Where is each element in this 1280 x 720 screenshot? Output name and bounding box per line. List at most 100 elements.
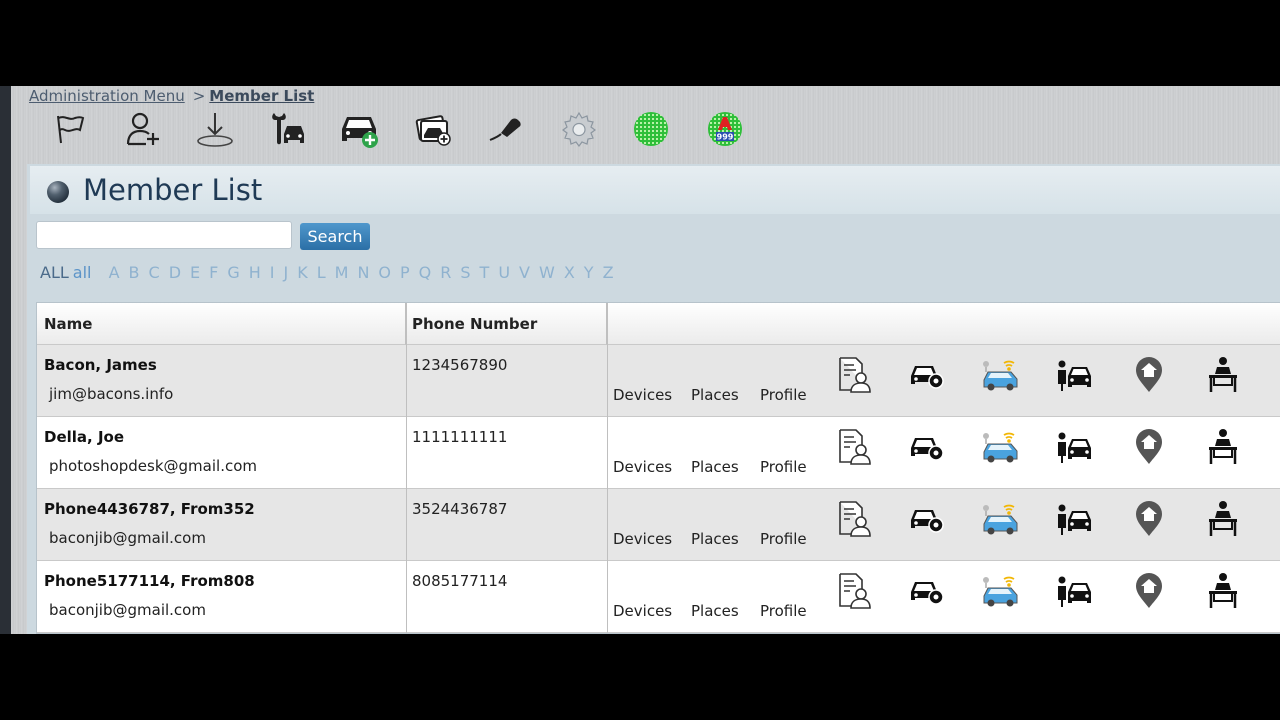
- person-desk-icon[interactable]: [1203, 355, 1243, 395]
- filter-letter-q[interactable]: Q: [419, 263, 432, 282]
- filter-letter-y[interactable]: Y: [584, 263, 594, 282]
- profile-document-icon[interactable]: [834, 427, 874, 467]
- filter-letter-l[interactable]: L: [317, 263, 326, 282]
- breadcrumb-parent-link[interactable]: Administration Menu: [29, 87, 185, 105]
- table-row: Bacon, James jim@bacons.info 1234567890 Dev…: [37, 345, 1280, 417]
- car-settings-icon[interactable]: [907, 355, 947, 395]
- filter-letter-t[interactable]: T: [480, 263, 490, 282]
- member-table: Name Phone Number Bacon, James jim@bacons…: [36, 302, 1280, 634]
- profile-document-icon[interactable]: [834, 499, 874, 539]
- filter-letter-i[interactable]: I: [270, 263, 275, 282]
- connected-car-icon[interactable]: [981, 571, 1021, 611]
- settings-gear-icon[interactable]: [559, 109, 599, 149]
- app-window: Administration Menu > Member List 999 Me…: [0, 86, 1280, 634]
- filter-letter-c[interactable]: C: [149, 263, 160, 282]
- car-settings-icon[interactable]: [907, 571, 947, 611]
- filter-letter-j[interactable]: J: [283, 263, 288, 282]
- filter-letter-v[interactable]: V: [519, 263, 530, 282]
- filter-all-upper[interactable]: ALL: [40, 263, 69, 282]
- a999-badge-icon[interactable]: 999: [705, 109, 745, 149]
- filter-letter-w[interactable]: W: [539, 263, 555, 282]
- filter-letter-z[interactable]: Z: [603, 263, 614, 282]
- filter-letter-x[interactable]: X: [564, 263, 575, 282]
- driver-car-icon[interactable]: [1055, 355, 1095, 395]
- filter-letter-m[interactable]: M: [335, 263, 349, 282]
- location-pin-icon[interactable]: [1129, 571, 1169, 611]
- table-row: Phone5177114, From808 baconjib@gmail.com 8…: [37, 561, 1280, 633]
- page-title: Member List: [83, 173, 263, 207]
- profile-link[interactable]: Profile: [760, 458, 807, 476]
- location-pin-icon[interactable]: [1129, 427, 1169, 467]
- person-desk-icon[interactable]: [1203, 571, 1243, 611]
- member-email: jim@bacons.info: [49, 385, 174, 403]
- search-input[interactable]: [36, 221, 292, 249]
- member-name: Della, Joe: [44, 428, 125, 446]
- devices-link[interactable]: Devices: [613, 386, 672, 404]
- content-panel: Member List Search ALL all ABCDEFGHIJKLMN…: [27, 164, 1280, 634]
- member-name: Bacon, James: [44, 356, 157, 374]
- breadcrumb: Administration Menu > Member List: [29, 87, 314, 105]
- filter-letter-g[interactable]: G: [227, 263, 239, 282]
- globe-icon: [47, 181, 69, 203]
- member-email: baconjib@gmail.com: [49, 601, 206, 619]
- alphabet-filter: ALL all ABCDEFGHIJKLMNOPQRSTUVWXYZ: [40, 263, 623, 282]
- add-car-icon[interactable]: [340, 109, 380, 149]
- connected-car-icon[interactable]: [981, 427, 1021, 467]
- car-settings-icon[interactable]: [907, 427, 947, 467]
- filter-letter-r[interactable]: R: [440, 263, 451, 282]
- filter-letter-p[interactable]: P: [400, 263, 410, 282]
- car-photos-icon[interactable]: [413, 109, 453, 149]
- filter-letter-a[interactable]: A: [109, 263, 120, 282]
- connected-car-icon[interactable]: [981, 499, 1021, 539]
- filter-letter-d[interactable]: D: [169, 263, 181, 282]
- places-link[interactable]: Places: [691, 602, 739, 620]
- profile-document-icon[interactable]: [834, 355, 874, 395]
- member-email: baconjib@gmail.com: [49, 529, 206, 547]
- panel-header: Member List: [30, 166, 1280, 214]
- connected-car-icon[interactable]: [981, 355, 1021, 395]
- flag-icon[interactable]: [50, 109, 90, 149]
- person-desk-icon[interactable]: [1203, 427, 1243, 467]
- column-header-actions: [607, 303, 1280, 345]
- filter-letter-f[interactable]: F: [209, 263, 218, 282]
- places-link[interactable]: Places: [691, 458, 739, 476]
- filter-letter-o[interactable]: O: [378, 263, 391, 282]
- location-pin-icon[interactable]: [1129, 499, 1169, 539]
- filter-letter-u[interactable]: U: [498, 263, 510, 282]
- mechanic-car-icon[interactable]: [268, 109, 308, 149]
- filter-all-lower[interactable]: all: [73, 263, 92, 282]
- member-phone: 3524436787: [412, 500, 508, 518]
- devices-link[interactable]: Devices: [613, 602, 672, 620]
- places-link[interactable]: Places: [691, 386, 739, 404]
- column-header-name[interactable]: Name: [37, 303, 406, 345]
- driver-car-icon[interactable]: [1055, 427, 1095, 467]
- location-pin-icon[interactable]: [1129, 355, 1169, 395]
- filter-letter-s[interactable]: S: [460, 263, 470, 282]
- profile-document-icon[interactable]: [834, 571, 874, 611]
- key-fob-icon[interactable]: [486, 109, 526, 149]
- person-desk-icon[interactable]: [1203, 499, 1243, 539]
- table-row: Della, Joe photoshopdesk@gmail.com 1111111…: [37, 417, 1280, 489]
- filter-letter-k[interactable]: K: [297, 263, 308, 282]
- column-divider: [607, 303, 608, 633]
- filter-letter-e[interactable]: E: [190, 263, 200, 282]
- driver-car-icon[interactable]: [1055, 571, 1095, 611]
- filter-letter-n[interactable]: N: [357, 263, 369, 282]
- devices-link[interactable]: Devices: [613, 458, 672, 476]
- places-link[interactable]: Places: [691, 530, 739, 548]
- devices-link[interactable]: Devices: [613, 530, 672, 548]
- profile-link[interactable]: Profile: [760, 530, 807, 548]
- add-user-icon[interactable]: [122, 109, 162, 149]
- download-icon[interactable]: [195, 109, 235, 149]
- profile-link[interactable]: Profile: [760, 602, 807, 620]
- car-settings-icon[interactable]: [907, 499, 947, 539]
- profile-link[interactable]: Profile: [760, 386, 807, 404]
- member-name: Phone5177114, From808: [44, 572, 255, 590]
- filter-letter-h[interactable]: H: [249, 263, 261, 282]
- filter-letter-b[interactable]: B: [129, 263, 140, 282]
- breadcrumb-current[interactable]: Member List: [209, 87, 314, 105]
- green-grid-icon[interactable]: [631, 109, 671, 149]
- column-header-phone[interactable]: Phone Number: [406, 303, 607, 345]
- driver-car-icon[interactable]: [1055, 499, 1095, 539]
- search-button[interactable]: Search: [300, 223, 370, 250]
